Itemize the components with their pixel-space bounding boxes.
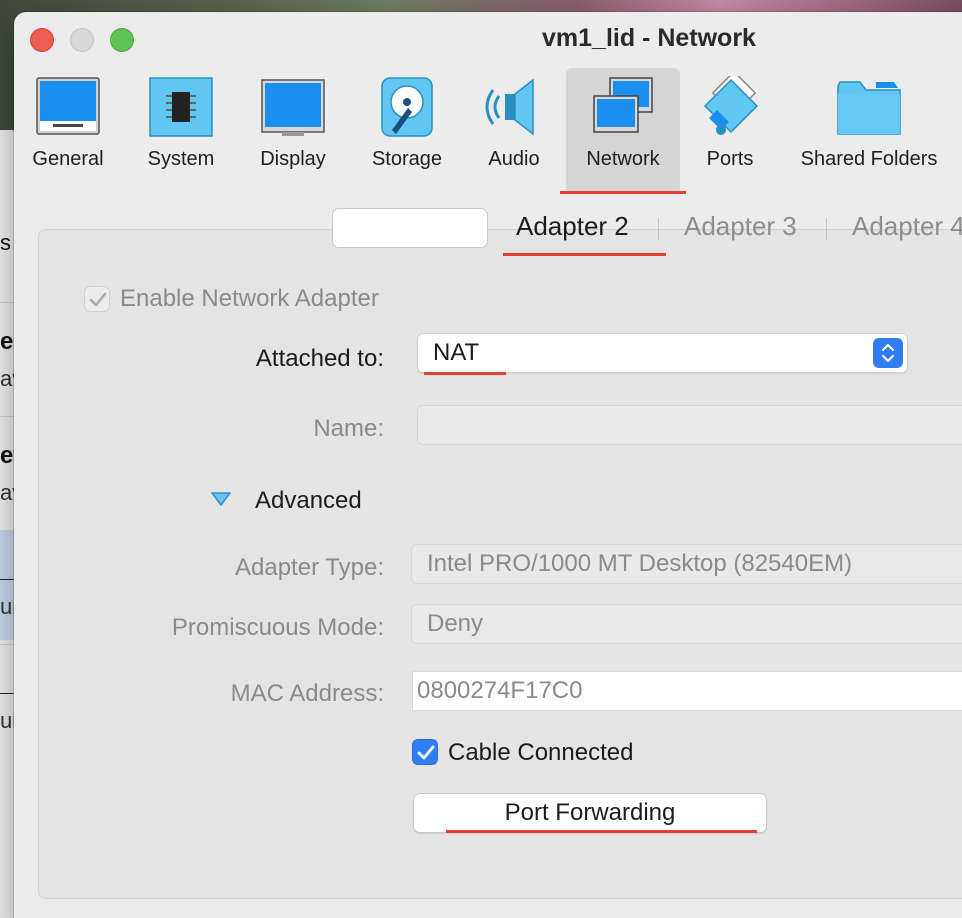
tab-adapter-2[interactable]: Adapter 2 bbox=[516, 211, 629, 242]
toolbar-item-shared-folders[interactable]: Shared Folders bbox=[784, 68, 954, 194]
titlebar: vm1_lid - Network bbox=[14, 12, 962, 68]
general-screen-icon bbox=[36, 77, 100, 135]
toolbar-label: Shared Folders bbox=[800, 148, 938, 170]
background-text: _l bbox=[0, 670, 14, 697]
toolbar-label: System bbox=[147, 148, 215, 170]
name-label: Name: bbox=[313, 415, 384, 442]
tab-separator bbox=[826, 218, 827, 240]
annotation-underline bbox=[503, 253, 666, 256]
toolbar-label: Storage bbox=[371, 148, 443, 170]
attached-to-label: Attached to: bbox=[255, 345, 384, 372]
checkmark-icon bbox=[89, 292, 107, 307]
advanced-toggle-label[interactable]: Advanced bbox=[255, 487, 362, 515]
chip-icon bbox=[149, 77, 213, 137]
attached-to-value: NAT bbox=[433, 339, 480, 366]
toolbar-item-storage[interactable]: Storage bbox=[354, 68, 460, 194]
tab-adapter-1-redacted[interactable] bbox=[332, 208, 488, 248]
disk-icon bbox=[381, 77, 433, 137]
background-text: av bbox=[0, 366, 14, 391]
toolbar-label: Display bbox=[260, 148, 326, 170]
cable-connected-checkbox[interactable] bbox=[412, 739, 438, 765]
network-icon bbox=[593, 77, 653, 133]
toolbar-item-audio[interactable]: Audio bbox=[466, 68, 562, 194]
tab-adapter-3[interactable]: Adapter 3 bbox=[684, 211, 797, 242]
background-text: ur bbox=[0, 708, 14, 733]
disclosure-triangle-icon[interactable] bbox=[210, 490, 232, 508]
toolbar-item-ports[interactable]: Ports bbox=[684, 68, 776, 194]
attached-to-select[interactable]: NAT bbox=[417, 333, 908, 373]
name-select[interactable] bbox=[417, 405, 962, 445]
tab-separator bbox=[658, 218, 659, 240]
background-text: s bbox=[0, 230, 11, 255]
enable-adapter-label: Enable Network Adapter bbox=[120, 285, 379, 312]
toolbar-item-display[interactable]: Display bbox=[240, 68, 346, 194]
settings-toolbar: General System Display Storage Audio Net… bbox=[14, 68, 962, 194]
enable-adapter-checkbox[interactable] bbox=[84, 286, 110, 312]
toolbar-label: Audio bbox=[488, 148, 540, 170]
background-text: er bbox=[0, 328, 14, 355]
promiscuous-mode-label: Promiscuous Mode: bbox=[171, 614, 384, 641]
maximize-button[interactable] bbox=[110, 28, 134, 52]
background-text: ur bbox=[0, 594, 14, 619]
tab-adapter-4[interactable]: Adapter 4 bbox=[852, 211, 962, 242]
background-list-item bbox=[0, 416, 14, 526]
annotation-underline bbox=[424, 372, 506, 375]
toolbar-label: Ports bbox=[706, 148, 754, 170]
cable-connected-label: Cable Connected bbox=[448, 739, 634, 766]
checkmark-icon bbox=[417, 745, 435, 760]
window-title: vm1_lid - Network bbox=[542, 24, 756, 52]
annotation-underline bbox=[446, 830, 757, 833]
annotation-underline bbox=[560, 191, 686, 194]
adapter-type-label: Adapter Type: bbox=[235, 554, 384, 581]
speaker-icon bbox=[485, 78, 534, 136]
minimize-button[interactable] bbox=[70, 28, 94, 52]
promiscuous-mode-select[interactable]: Deny bbox=[411, 604, 962, 644]
background-text: _li bbox=[0, 556, 14, 583]
toolbar-label: Network bbox=[586, 148, 660, 170]
folder-icon bbox=[837, 81, 901, 135]
settings-window: vm1_lid - Network General System Display… bbox=[14, 12, 962, 918]
background-list-item bbox=[0, 644, 14, 754]
toolbar-item-general[interactable]: General bbox=[14, 68, 122, 194]
toolbar-item-system[interactable]: System bbox=[128, 68, 234, 194]
close-button[interactable] bbox=[30, 28, 54, 52]
background-text: et bbox=[0, 442, 14, 469]
toolbar-label: General bbox=[32, 148, 104, 170]
adapter-type-select[interactable]: Intel PRO/1000 MT Desktop (82540EM) bbox=[411, 544, 962, 584]
chevron-up-down-icon bbox=[881, 343, 895, 363]
background-list-item-selected bbox=[0, 530, 14, 640]
select-stepper bbox=[873, 338, 903, 368]
mac-address-label: MAC Address: bbox=[230, 680, 384, 707]
monitor-icon bbox=[261, 79, 325, 136]
mac-address-field[interactable]: 0800274F17C0 bbox=[412, 671, 962, 711]
serial-port-icon bbox=[703, 76, 759, 135]
background-list-item bbox=[0, 302, 14, 412]
toolbar-item-network[interactable]: Network bbox=[566, 68, 680, 194]
port-forwarding-button[interactable]: Port Forwarding bbox=[413, 793, 767, 833]
background-text: av bbox=[0, 480, 14, 505]
